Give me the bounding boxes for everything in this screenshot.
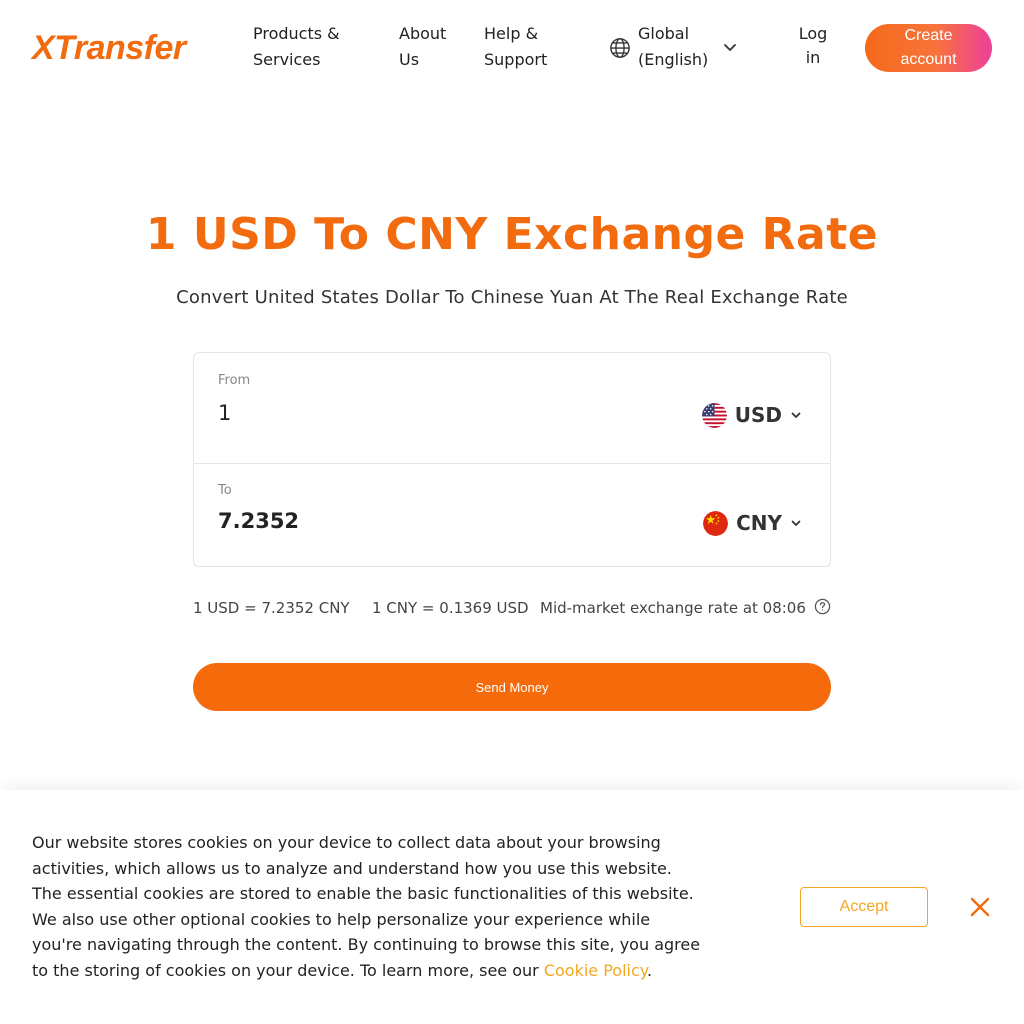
cookie-text-end: . [646, 960, 653, 980]
to-currency-code: CNY [736, 511, 782, 535]
nav-products-services[interactable]: Products & Services [253, 21, 363, 73]
to-row: To CNY [194, 464, 830, 567]
send-money-button[interactable]: Send Money [193, 663, 831, 711]
usd-to-cny-rate: 1 USD = 7.2352 CNY [193, 599, 350, 617]
mid-market-rate-note: Mid-market exchange rate at 08:06 [540, 599, 806, 617]
to-amount-input[interactable] [218, 509, 578, 533]
login-link[interactable]: Log in [796, 22, 830, 70]
question-circle-icon[interactable] [814, 598, 831, 615]
nav-about-us[interactable]: About Us [399, 21, 459, 73]
from-label: From [218, 373, 251, 388]
rate-info: 1 USD = 7.2352 CNY 1 CNY = 0.1369 USD Mi… [193, 597, 833, 621]
from-row: From 1 USD [194, 353, 830, 464]
to-label: To [218, 483, 232, 498]
create-account-label: Create account [900, 27, 957, 68]
us-flag-icon [701, 402, 727, 428]
from-currency-code: USD [734, 403, 782, 427]
from-amount-input[interactable] [218, 401, 578, 425]
cookie-policy-link[interactable]: Cookie Policy [544, 961, 647, 980]
accept-cookies-button[interactable]: Accept [800, 887, 928, 927]
create-account-button[interactable]: Create account [865, 24, 992, 72]
cookie-text: Our website stores cookies on your devic… [32, 833, 701, 980]
chevron-down-icon [791, 520, 801, 526]
cookie-banner: Our website stores cookies on your devic… [0, 790, 1024, 1024]
cookie-message: Our website stores cookies on your devic… [32, 830, 702, 984]
nav-help-support[interactable]: Help & Support [484, 21, 564, 73]
language-selector[interactable]: Global (English) [609, 21, 749, 73]
page-title: 1 USD To CNY Exchange Rate [145, 209, 879, 260]
to-currency-select[interactable]: CNY [703, 508, 802, 538]
chevron-down-icon [724, 44, 736, 51]
from-currency-select[interactable]: USD [701, 400, 802, 430]
cny-to-usd-rate: 1 CNY = 0.1369 USD [372, 599, 529, 617]
china-flag-icon [703, 510, 729, 536]
page-subtitle: Convert United States Dollar To Chinese … [176, 287, 848, 308]
xtransfer-logo[interactable]: XTransfer [32, 30, 186, 66]
chevron-down-icon [791, 412, 801, 418]
close-icon[interactable] [969, 896, 991, 918]
site-header: XTransfer Products & Services About Us H… [0, 0, 1024, 96]
currency-converter: From 1 USD To 7.2352 CNY [193, 352, 831, 567]
globe-icon [610, 38, 630, 58]
language-label: Global (English) [638, 24, 709, 69]
